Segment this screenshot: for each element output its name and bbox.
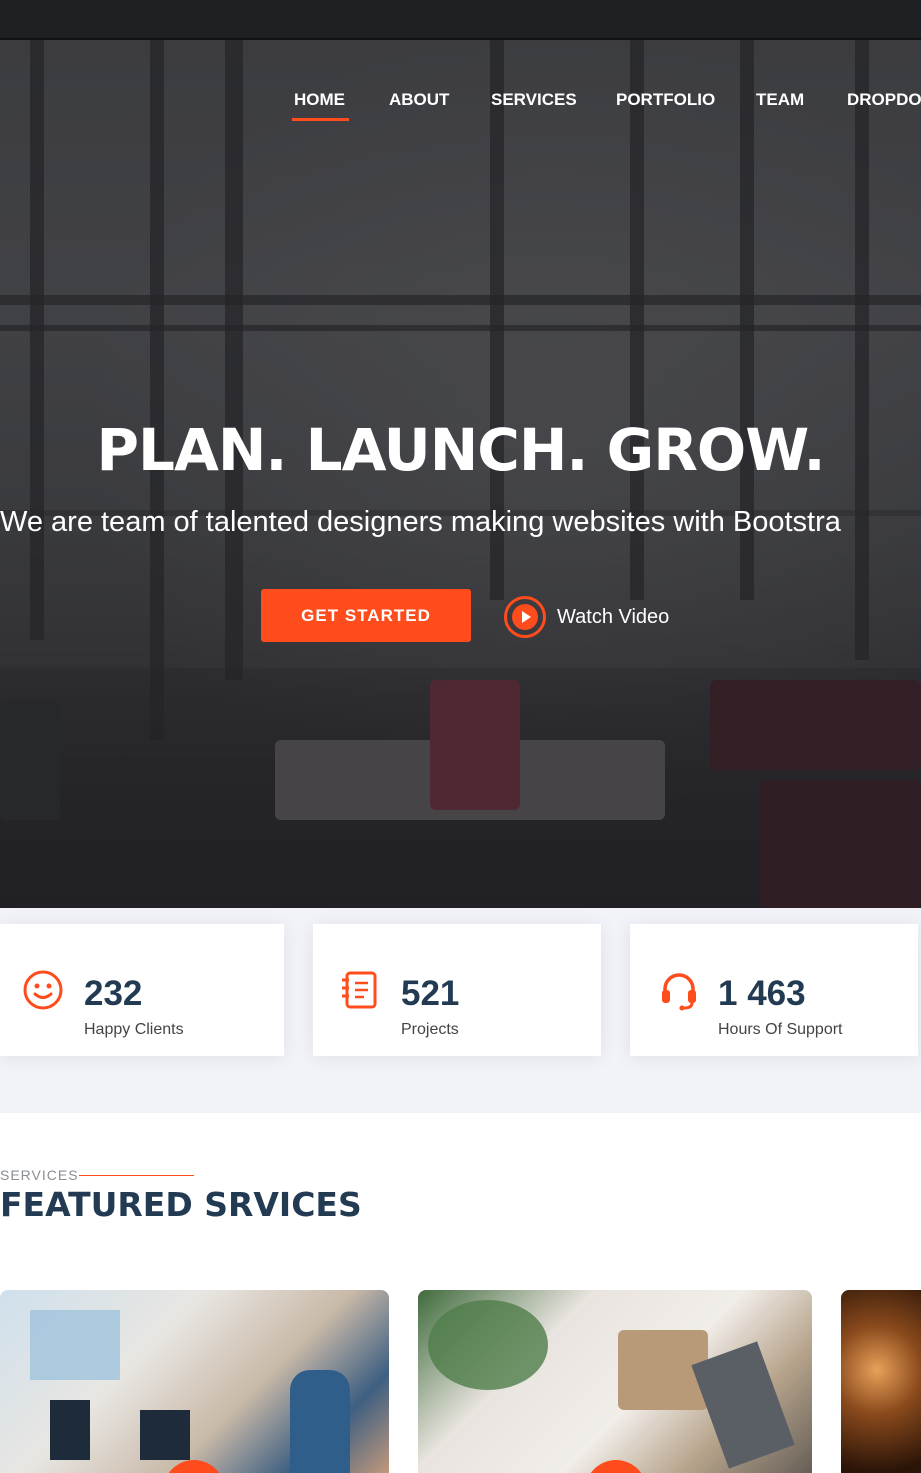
stat-label: Hours Of Support — [718, 1021, 843, 1038]
stat-card: 232 Happy Clients — [0, 924, 284, 1056]
watch-video-link[interactable]: Watch Video — [504, 596, 669, 638]
nav-item-services[interactable]: SERVICES — [491, 90, 577, 110]
service-image[interactable] — [0, 1290, 389, 1473]
nav-item-team[interactable]: TEAM — [756, 90, 804, 110]
play-icon — [504, 596, 546, 638]
kicker-line — [79, 1175, 194, 1176]
get-started-button[interactable]: GET STARTED — [261, 589, 471, 642]
main-nav: HOME ABOUT SERVICES PORTFOLIO TEAM DROPD… — [0, 90, 921, 120]
hero-title: PLAN. LAUNCH. GROW. — [96, 416, 825, 484]
section-kicker: SERVICES — [0, 1167, 79, 1183]
service-image[interactable] — [841, 1290, 921, 1473]
watch-video-label: Watch Video — [557, 605, 670, 628]
stats-section: 232 Happy Clients 521 Projects 1 463 Hou… — [0, 908, 921, 1113]
smile-icon — [23, 970, 63, 1010]
journal-icon — [342, 971, 377, 1009]
stat-card: 521 Projects — [313, 924, 601, 1056]
browser-top-bar — [0, 0, 921, 40]
hero-subtitle: We are team of talented designers making… — [0, 506, 841, 538]
stat-value: 521 — [401, 974, 460, 1013]
section-title: FEATURED SRVICES — [0, 1185, 362, 1224]
nav-active-indicator — [292, 118, 349, 121]
stat-label: Happy Clients — [84, 1021, 184, 1038]
stat-label: Projects — [401, 1021, 459, 1038]
headset-icon — [662, 973, 696, 1011]
stat-value: 232 — [84, 974, 143, 1013]
stat-value: 1 463 — [718, 974, 806, 1013]
nav-item-home[interactable]: HOME — [294, 90, 345, 110]
service-image[interactable] — [418, 1290, 812, 1473]
stat-card: 1 463 Hours Of Support — [630, 924, 918, 1056]
nav-item-about[interactable]: ABOUT — [389, 90, 449, 110]
nav-item-dropdown[interactable]: DROPDO — [847, 90, 921, 110]
nav-item-portfolio[interactable]: PORTFOLIO — [616, 90, 715, 110]
